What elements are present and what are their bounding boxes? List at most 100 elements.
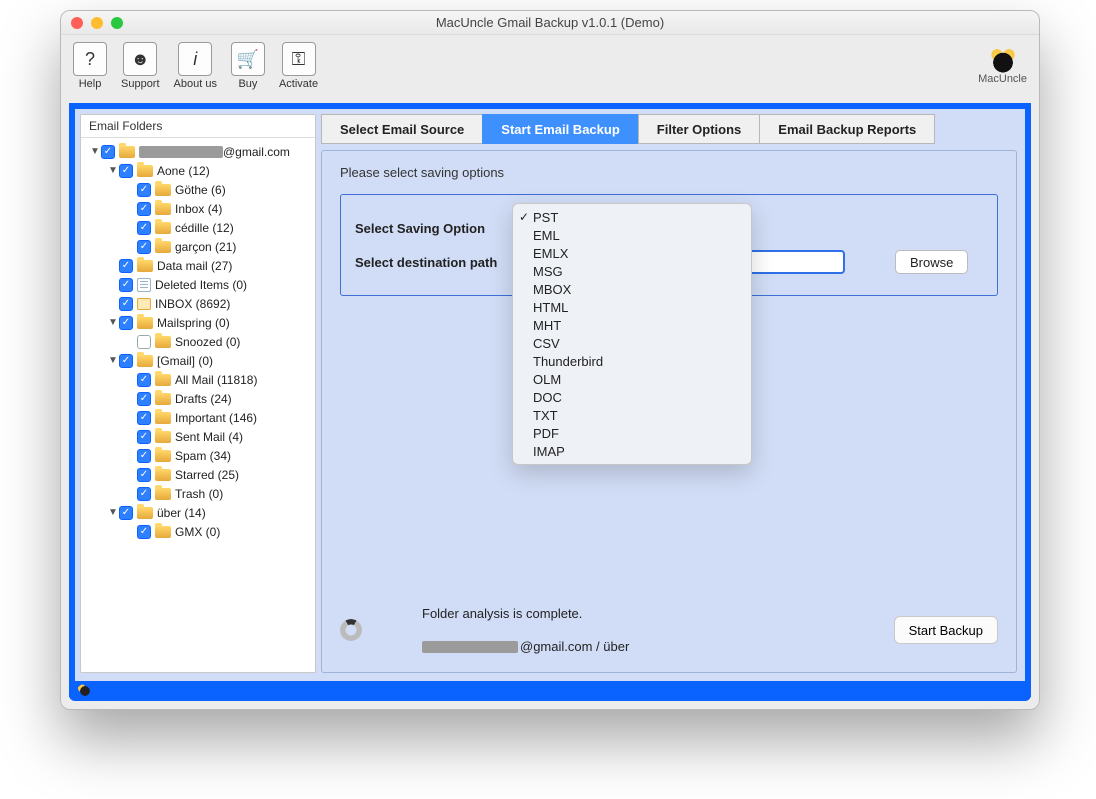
tree-item[interactable]: ✓ Inbox (4) (81, 199, 315, 218)
folder-icon (155, 203, 171, 215)
tree-item[interactable]: ✓Starred (25) (81, 465, 315, 484)
start-backup-button[interactable]: Start Backup (894, 616, 998, 644)
dropdown-item[interactable]: OLM (513, 370, 751, 388)
checkbox[interactable]: ✓ (137, 468, 151, 482)
tree-item[interactable]: ✓ All Mail (11818) (81, 370, 315, 389)
folder-tree[interactable]: ▼✓@gmail.com▼✓Aone (12)✓Göthe (6)✓Inbox … (81, 138, 315, 672)
dropdown-item[interactable]: Thunderbird (513, 352, 751, 370)
dropdown-item[interactable]: PDF (513, 424, 751, 442)
checkbox[interactable]: ✓ (137, 202, 151, 216)
tree-item[interactable]: ✓Important (146) (81, 408, 315, 427)
folder-icon (155, 374, 171, 386)
buy-button[interactable]: 🛒 Buy (231, 42, 265, 90)
tab-filter-options[interactable]: Filter Options (638, 114, 761, 144)
status-text: Folder analysis is complete. (422, 606, 629, 621)
dropdown-item[interactable]: EML (513, 226, 751, 244)
tree-item[interactable]: ✓garçon (21) (81, 237, 315, 256)
checkbox[interactable]: ✓ (119, 297, 133, 311)
checkbox[interactable]: ✓ (119, 259, 133, 273)
saving-option-dropdown[interactable]: ✓PSTEMLEMLXMSGMBOXHTMLMHTCSVThunderbirdO… (512, 203, 752, 465)
tree-item[interactable]: ▼✓[Gmail] (0) (81, 351, 315, 370)
dropdown-item[interactable]: ✓PST (513, 208, 751, 226)
content-frame: Email Folders ▼✓@gmail.com▼✓Aone (12)✓Gö… (69, 103, 1031, 697)
folder-icon (155, 222, 171, 234)
dropdown-item[interactable]: MBOX (513, 280, 751, 298)
folder-icon (119, 146, 135, 158)
disclosure-triangle-icon[interactable]: ▼ (107, 507, 119, 518)
tree-item-label: All Mail (11818) (175, 373, 257, 387)
disclosure-triangle-icon[interactable]: ▼ (107, 165, 119, 176)
tree-item-label: @gmail.com (139, 145, 290, 159)
folder-icon (155, 412, 171, 424)
question-icon: ? (73, 42, 107, 76)
checkbox[interactable]: ✓ (119, 316, 133, 330)
tree-item[interactable]: ✓Spam (34) (81, 446, 315, 465)
minimize-icon[interactable] (91, 17, 103, 29)
titlebar: MacUncle Gmail Backup v1.0.1 (Demo) (61, 11, 1039, 35)
dropdown-item[interactable]: MHT (513, 316, 751, 334)
checkbox[interactable]: ✓ (119, 354, 133, 368)
checkbox[interactable]: ✓ (137, 183, 151, 197)
checkbox[interactable]: ✓ (101, 145, 115, 159)
checkbox[interactable]: ✓ (137, 525, 151, 539)
tree-item-label: Data mail (27) (157, 259, 232, 273)
zoom-icon[interactable] (111, 17, 123, 29)
tab-backup-reports[interactable]: Email Backup Reports (759, 114, 935, 144)
disclosure-triangle-icon[interactable]: ▼ (89, 146, 101, 157)
tree-item[interactable]: ▼✓Mailspring (0) (81, 313, 315, 332)
tree-item[interactable]: Snoozed (0) (81, 332, 315, 351)
tree-item[interactable]: ✓ Data mail (27) (81, 256, 315, 275)
dest-path-label: Select destination path (355, 255, 525, 270)
tree-item[interactable]: ▼✓ @gmail.com (81, 142, 315, 161)
tree-item[interactable]: ✓Göthe (6) (81, 180, 315, 199)
dropdown-item[interactable]: MSG (513, 262, 751, 280)
checkbox[interactable]: ✓ (137, 373, 151, 387)
help-button[interactable]: ? Help (73, 42, 107, 90)
activate-button[interactable]: ⚿ Activate (279, 42, 318, 90)
checkbox[interactable]: ✓ (137, 240, 151, 254)
checkbox[interactable] (137, 335, 151, 349)
tab-select-source[interactable]: Select Email Source (321, 114, 483, 144)
disclosure-triangle-icon[interactable]: ▼ (107, 355, 119, 366)
checkbox[interactable]: ✓ (119, 506, 133, 520)
support-button[interactable]: ☻ Support (121, 42, 160, 90)
checkbox[interactable]: ✓ (137, 411, 151, 425)
dropdown-item[interactable]: IMAP (513, 442, 751, 460)
checkbox[interactable]: ✓ (119, 164, 133, 178)
checkbox[interactable]: ✓ (137, 449, 151, 463)
dropdown-item[interactable]: HTML (513, 298, 751, 316)
close-icon[interactable] (71, 17, 83, 29)
disclosure-triangle-icon[interactable]: ▼ (107, 317, 119, 328)
dropdown-item[interactable]: TXT (513, 406, 751, 424)
checkbox[interactable]: ✓ (119, 278, 133, 292)
tree-item-label: Trash (0) (175, 487, 223, 501)
checkbox[interactable]: ✓ (137, 487, 151, 501)
tree-item-label: Deleted Items (0) (155, 278, 247, 292)
sidebar-title: Email Folders (81, 115, 315, 138)
dropdown-item[interactable]: DOC (513, 388, 751, 406)
about-button[interactable]: i About us (174, 42, 217, 90)
tree-item[interactable]: ✓cédille (12) (81, 218, 315, 237)
redacted-email (422, 641, 518, 653)
tree-item[interactable]: ✓ Drafts (24) (81, 389, 315, 408)
tree-item[interactable]: ✓INBOX (8692) (81, 294, 315, 313)
tree-item-label: Inbox (4) (175, 202, 222, 216)
browse-button[interactable]: Browse (895, 250, 968, 274)
folder-icon (155, 450, 171, 462)
tree-item[interactable]: ✓ Trash (0) (81, 484, 315, 503)
checkbox[interactable]: ✓ (137, 392, 151, 406)
macuncle-icon (988, 47, 1018, 73)
tree-item-label: Drafts (24) (175, 392, 232, 406)
tree-item[interactable]: ✓Sent Mail (4) (81, 427, 315, 446)
tree-item[interactable]: ▼✓Aone (12) (81, 161, 315, 180)
dropdown-item[interactable]: EMLX (513, 244, 751, 262)
checkbox[interactable]: ✓ (137, 430, 151, 444)
tree-item[interactable]: ▼✓über (14) (81, 503, 315, 522)
check-icon: ✓ (519, 210, 529, 224)
folder-icon (137, 317, 153, 329)
dropdown-item[interactable]: CSV (513, 334, 751, 352)
tree-item[interactable]: ✓GMX (0) (81, 522, 315, 541)
tree-item[interactable]: ✓ Deleted Items (0) (81, 275, 315, 294)
tab-start-backup[interactable]: Start Email Backup (482, 114, 639, 144)
checkbox[interactable]: ✓ (137, 221, 151, 235)
